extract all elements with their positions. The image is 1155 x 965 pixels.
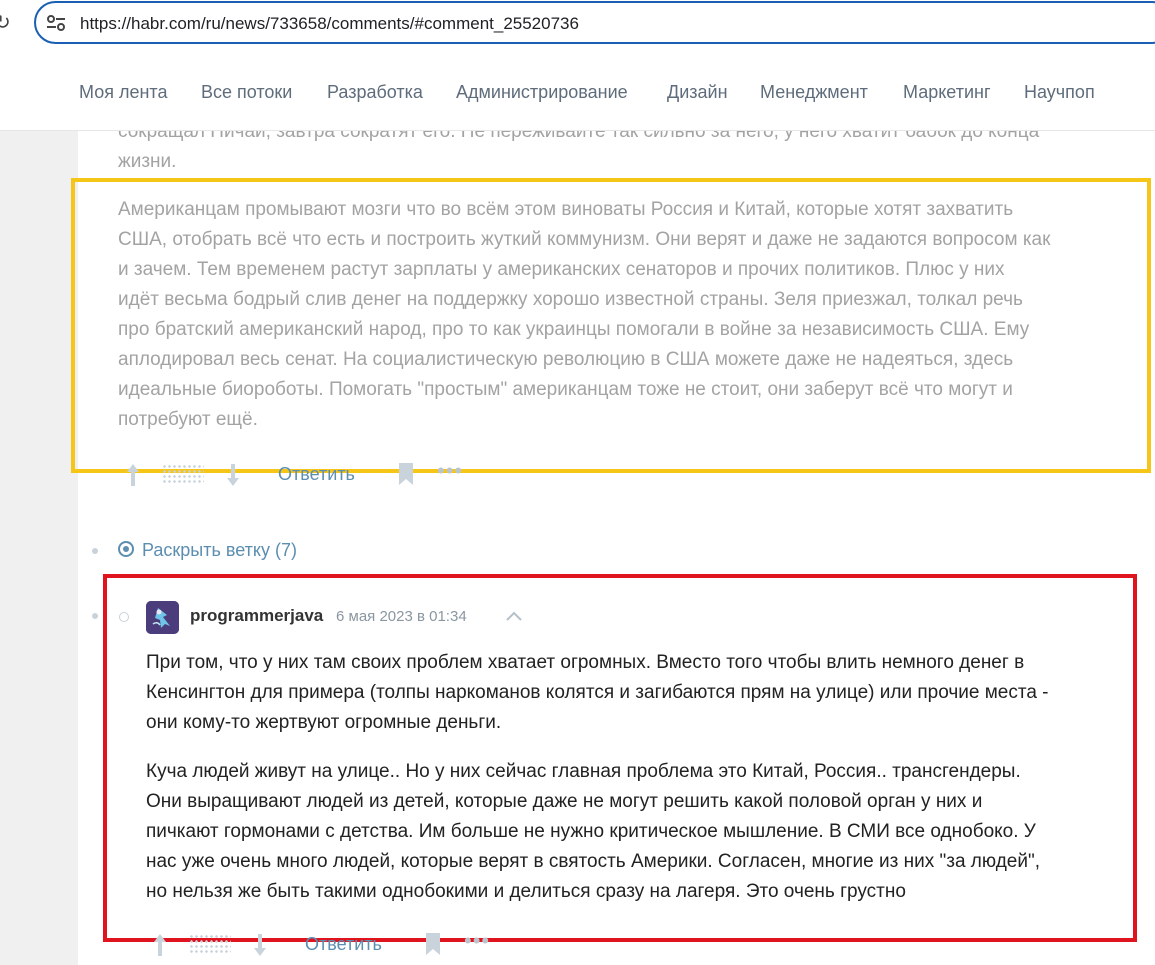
- nav-item-development[interactable]: Разработка: [327, 82, 423, 103]
- comment-actions: Ответить •••: [152, 928, 512, 962]
- tune-icon[interactable]: [46, 14, 66, 32]
- highlight-box-red: [103, 574, 1137, 942]
- nav-item-all-streams[interactable]: Все потоки: [201, 82, 292, 103]
- prev-comment-actions: Ответить •••: [125, 458, 485, 492]
- nav-item-administration[interactable]: Администрирование: [456, 82, 628, 103]
- nav-item-feed[interactable]: Моя лента: [79, 82, 167, 103]
- arrow-down-icon[interactable]: [252, 932, 268, 958]
- score-placeholder: [189, 934, 231, 954]
- arrow-up-icon[interactable]: [152, 932, 168, 958]
- bookmark-icon[interactable]: [397, 462, 415, 486]
- more-icon[interactable]: •••: [437, 458, 463, 484]
- expand-thread-icon: [118, 541, 134, 557]
- expand-thread-label: Раскрыть ветку (7): [142, 540, 297, 560]
- nav-overlay: Моя лента Все потоки Разработка Админист…: [0, 52, 1155, 131]
- left-gutter: [0, 131, 78, 965]
- reply-button[interactable]: Ответить: [278, 464, 355, 485]
- bookmark-icon[interactable]: [424, 932, 442, 956]
- text-line: жизни.: [118, 151, 177, 172]
- highlight-box-yellow: [71, 178, 1151, 473]
- thread-bullet: [92, 613, 98, 619]
- nav-item-design[interactable]: Дизайн: [667, 82, 728, 103]
- address-bar[interactable]: https://habr.com/ru/news/733658/comments…: [34, 1, 1155, 44]
- score-placeholder: [162, 464, 204, 484]
- reload-icon[interactable]: ↻: [0, 10, 11, 34]
- browser-toolbar: ↻ https://habr.com/ru/news/733658/commen…: [0, 0, 1155, 52]
- url-text[interactable]: https://habr.com/ru/news/733658/comments…: [80, 14, 579, 34]
- nav-item-popsci[interactable]: Научпоп: [1024, 82, 1095, 103]
- nav-item-marketing[interactable]: Маркетинг: [903, 82, 991, 103]
- thread-bullet: [92, 548, 98, 554]
- arrow-down-icon[interactable]: [225, 462, 241, 488]
- expand-thread-link[interactable]: Раскрыть ветку (7): [118, 540, 297, 561]
- more-icon[interactable]: •••: [464, 928, 490, 954]
- reply-button[interactable]: Ответить: [305, 934, 382, 955]
- arrow-up-icon[interactable]: [125, 462, 141, 488]
- nav-item-management[interactable]: Менеджмент: [760, 82, 868, 103]
